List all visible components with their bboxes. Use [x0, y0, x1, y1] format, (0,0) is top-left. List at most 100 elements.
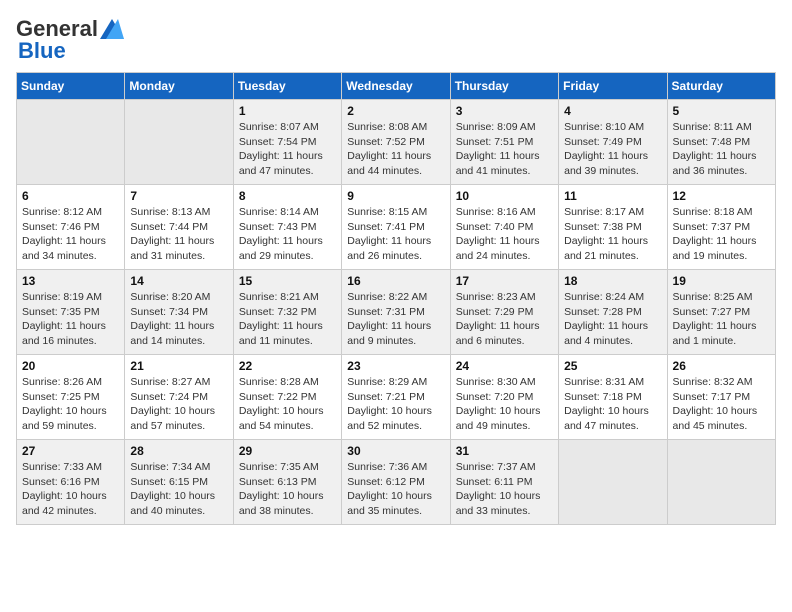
week-row-3: 13 Sunrise: 8:19 AMSunset: 7:35 PMDayligh…: [17, 270, 776, 355]
day-number: 16: [347, 274, 444, 288]
calendar-cell: 30 Sunrise: 7:36 AMSunset: 6:12 PMDayligh…: [342, 440, 450, 525]
day-number: 11: [564, 189, 661, 203]
calendar-cell: 5 Sunrise: 8:11 AMSunset: 7:48 PMDaylight…: [667, 100, 775, 185]
day-info: Sunrise: 8:25 AMSunset: 7:27 PMDaylight:…: [673, 290, 770, 349]
day-number: 25: [564, 359, 661, 373]
day-number: 28: [130, 444, 227, 458]
calendar-cell: 22Sunrise: 8:28 AMSunset: 7:22 PMDayligh…: [233, 355, 341, 440]
week-row-2: 6Sunrise: 8:12 AMSunset: 7:46 PMDaylight…: [17, 185, 776, 270]
calendar-cell: 6Sunrise: 8:12 AMSunset: 7:46 PMDaylight…: [17, 185, 125, 270]
day-info: Sunrise: 7:36 AMSunset: 6:12 PMDaylight:…: [347, 460, 444, 519]
day-number: 1: [239, 104, 336, 118]
calendar-cell: 2 Sunrise: 8:08 AMSunset: 7:52 PMDaylight…: [342, 100, 450, 185]
day-number: 4: [564, 104, 661, 118]
day-number: 31: [456, 444, 553, 458]
calendar-cell: 25 Sunrise: 8:31 AMSunset: 7:18 PMDayligh…: [559, 355, 667, 440]
day-number: 24: [456, 359, 553, 373]
calendar-cell: 20 Sunrise: 8:26 AMSunset: 7:25 PMDayligh…: [17, 355, 125, 440]
day-info: Sunrise: 8:07 AMSunset: 7:54 PMDaylight:…: [239, 120, 336, 179]
day-info: Sunrise: 7:37 AMSunset: 6:11 PMDaylight:…: [456, 460, 553, 519]
logo-area: General Blue: [16, 16, 124, 64]
week-row-4: 20 Sunrise: 8:26 AMSunset: 7:25 PMDayligh…: [17, 355, 776, 440]
calendar-cell: 14 Sunrise: 8:20 AMSunset: 7:34 PMDayligh…: [125, 270, 233, 355]
calendar-cell: [667, 440, 775, 525]
day-number: 7: [130, 189, 227, 203]
day-info: Sunrise: 8:21 AMSunset: 7:32 PMDaylight:…: [239, 290, 336, 349]
day-info: Sunrise: 8:18 AMSunset: 7:37 PMDaylight:…: [673, 205, 770, 264]
day-info: Sunrise: 8:22 AMSunset: 7:31 PMDaylight:…: [347, 290, 444, 349]
day-info: Sunrise: 8:26 AMSunset: 7:25 PMDaylight:…: [22, 375, 119, 434]
calendar-cell: 21 Sunrise: 8:27 AMSunset: 7:24 PMDayligh…: [125, 355, 233, 440]
calendar-cell: 18 Sunrise: 8:24 AMSunset: 7:28 PMDayligh…: [559, 270, 667, 355]
day-info: Sunrise: 8:17 AMSunset: 7:38 PMDaylight:…: [564, 205, 661, 264]
day-number: 22: [239, 359, 336, 373]
day-number: 2: [347, 104, 444, 118]
day-number: 13: [22, 274, 119, 288]
day-info: Sunrise: 8:16 AMSunset: 7:40 PMDaylight:…: [456, 205, 553, 264]
day-number: 27: [22, 444, 119, 458]
day-info: Sunrise: 8:24 AMSunset: 7:28 PMDaylight:…: [564, 290, 661, 349]
weekday-header-row: SundayMondayTuesdayWednesdayThursdayFrid…: [17, 73, 776, 100]
week-row-1: 1 Sunrise: 8:07 AMSunset: 7:54 PMDaylight…: [17, 100, 776, 185]
day-info: Sunrise: 8:19 AMSunset: 7:35 PMDaylight:…: [22, 290, 119, 349]
calendar-cell: 24 Sunrise: 8:30 AMSunset: 7:20 PMDayligh…: [450, 355, 558, 440]
day-info: Sunrise: 8:20 AMSunset: 7:34 PMDaylight:…: [130, 290, 227, 349]
day-number: 18: [564, 274, 661, 288]
day-info: Sunrise: 8:11 AMSunset: 7:48 PMDaylight:…: [673, 120, 770, 179]
day-info: Sunrise: 8:10 AMSunset: 7:49 PMDaylight:…: [564, 120, 661, 179]
day-number: 3: [456, 104, 553, 118]
calendar-cell: 3 Sunrise: 8:09 AMSunset: 7:51 PMDaylight…: [450, 100, 558, 185]
day-info: Sunrise: 8:27 AMSunset: 7:24 PMDaylight:…: [130, 375, 227, 434]
calendar-cell: 13 Sunrise: 8:19 AMSunset: 7:35 PMDayligh…: [17, 270, 125, 355]
calendar-cell: 29 Sunrise: 7:35 AMSunset: 6:13 PMDayligh…: [233, 440, 341, 525]
day-number: 23: [347, 359, 444, 373]
calendar-cell: 17Sunrise: 8:23 AMSunset: 7:29 PMDayligh…: [450, 270, 558, 355]
day-info: Sunrise: 8:08 AMSunset: 7:52 PMDaylight:…: [347, 120, 444, 179]
calendar-cell: 15 Sunrise: 8:21 AMSunset: 7:32 PMDayligh…: [233, 270, 341, 355]
day-info: Sunrise: 8:32 AMSunset: 7:17 PMDaylight:…: [673, 375, 770, 434]
calendar-cell: 23Sunrise: 8:29 AMSunset: 7:21 PMDayligh…: [342, 355, 450, 440]
calendar-cell: 16 Sunrise: 8:22 AMSunset: 7:31 PMDayligh…: [342, 270, 450, 355]
calendar-cell: 27 Sunrise: 7:33 AMSunset: 6:16 PMDayligh…: [17, 440, 125, 525]
day-number: 21: [130, 359, 227, 373]
calendar-cell: 19Sunrise: 8:25 AMSunset: 7:27 PMDayligh…: [667, 270, 775, 355]
day-info: Sunrise: 8:30 AMSunset: 7:20 PMDaylight:…: [456, 375, 553, 434]
calendar-table: SundayMondayTuesdayWednesdayThursdayFrid…: [16, 72, 776, 525]
day-number: 30: [347, 444, 444, 458]
calendar-cell: 4 Sunrise: 8:10 AMSunset: 7:49 PMDaylight…: [559, 100, 667, 185]
calendar-cell: 10 Sunrise: 8:16 AMSunset: 7:40 PMDayligh…: [450, 185, 558, 270]
day-number: 5: [673, 104, 770, 118]
week-row-5: 27 Sunrise: 7:33 AMSunset: 6:16 PMDayligh…: [17, 440, 776, 525]
day-info: Sunrise: 7:34 AMSunset: 6:15 PMDaylight:…: [130, 460, 227, 519]
calendar-cell: 11 Sunrise: 8:17 AMSunset: 7:38 PMDayligh…: [559, 185, 667, 270]
day-info: Sunrise: 7:33 AMSunset: 6:16 PMDaylight:…: [22, 460, 119, 519]
calendar-cell: 26Sunrise: 8:32 AMSunset: 7:17 PMDayligh…: [667, 355, 775, 440]
day-number: 20: [22, 359, 119, 373]
weekday-header-sunday: Sunday: [17, 73, 125, 100]
calendar-cell: 28 Sunrise: 7:34 AMSunset: 6:15 PMDayligh…: [125, 440, 233, 525]
day-number: 8: [239, 189, 336, 203]
calendar-cell: [17, 100, 125, 185]
header: General Blue: [16, 16, 776, 64]
calendar-cell: [559, 440, 667, 525]
day-info: Sunrise: 8:09 AMSunset: 7:51 PMDaylight:…: [456, 120, 553, 179]
weekday-header-thursday: Thursday: [450, 73, 558, 100]
day-number: 14: [130, 274, 227, 288]
day-number: 15: [239, 274, 336, 288]
day-info: Sunrise: 8:23 AMSunset: 7:29 PMDaylight:…: [456, 290, 553, 349]
weekday-header-monday: Monday: [125, 73, 233, 100]
logo-blue: Blue: [16, 38, 66, 64]
calendar-cell: 8 Sunrise: 8:14 AMSunset: 7:43 PMDaylight…: [233, 185, 341, 270]
day-info: Sunrise: 8:14 AMSunset: 7:43 PMDaylight:…: [239, 205, 336, 264]
day-info: Sunrise: 7:35 AMSunset: 6:13 PMDaylight:…: [239, 460, 336, 519]
calendar-cell: 1 Sunrise: 8:07 AMSunset: 7:54 PMDaylight…: [233, 100, 341, 185]
day-info: Sunrise: 8:31 AMSunset: 7:18 PMDaylight:…: [564, 375, 661, 434]
calendar-cell: 31 Sunrise: 7:37 AMSunset: 6:11 PMDayligh…: [450, 440, 558, 525]
day-number: 29: [239, 444, 336, 458]
weekday-header-tuesday: Tuesday: [233, 73, 341, 100]
weekday-header-saturday: Saturday: [667, 73, 775, 100]
day-number: 10: [456, 189, 553, 203]
day-number: 6: [22, 189, 119, 203]
day-info: Sunrise: 8:15 AMSunset: 7:41 PMDaylight:…: [347, 205, 444, 264]
logo-icon: [100, 19, 124, 39]
